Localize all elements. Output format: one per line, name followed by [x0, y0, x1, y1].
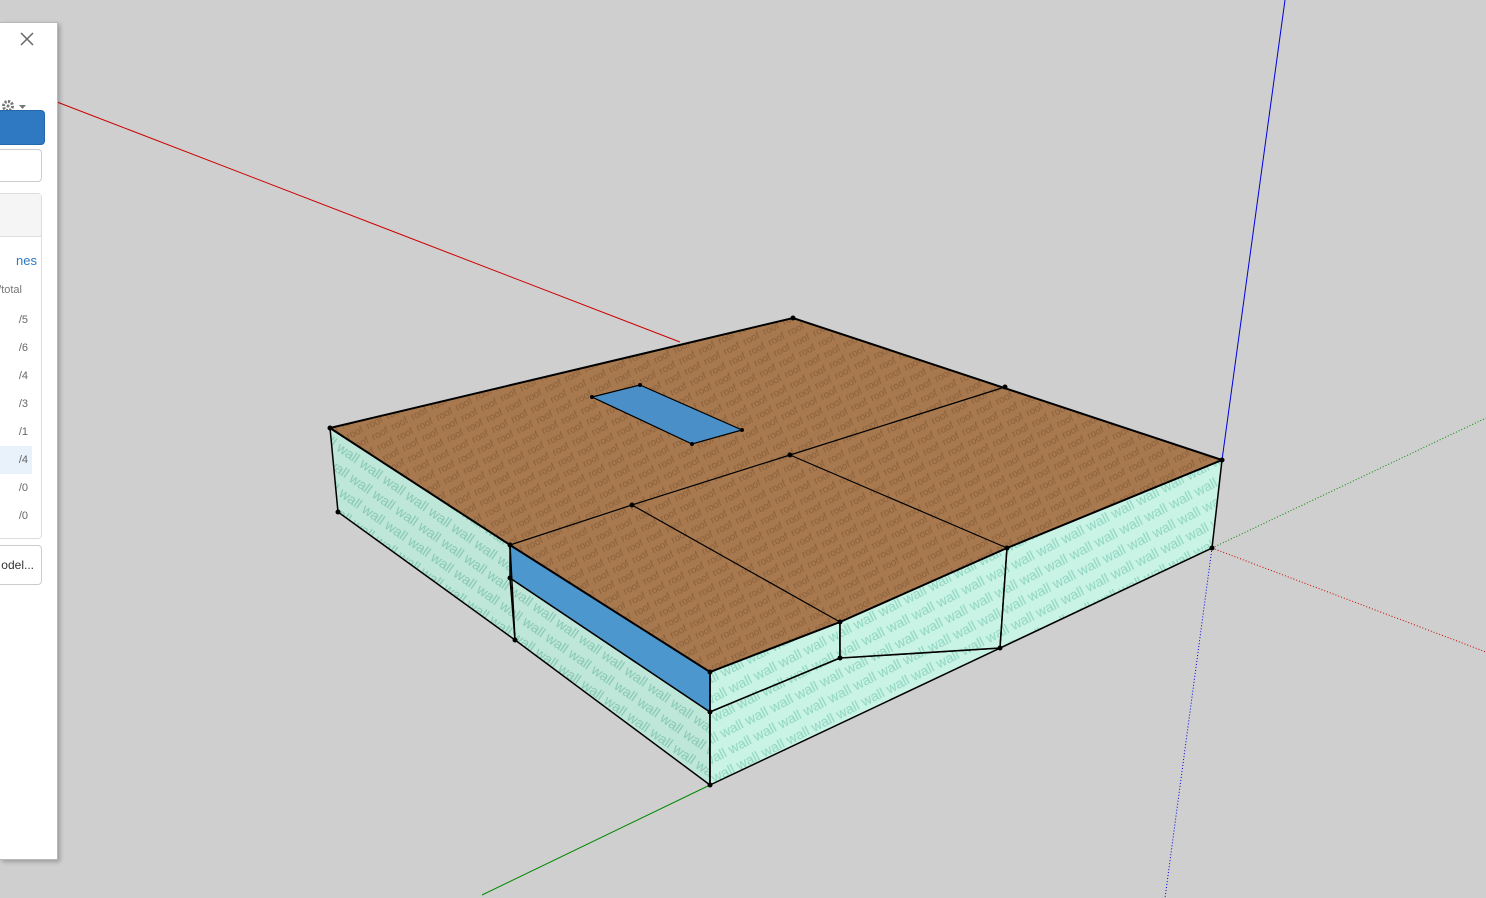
- model-button-label: odel...: [1, 558, 34, 572]
- green-axis-line: [481, 784, 711, 896]
- primary-action-button[interactable]: [0, 110, 45, 145]
- list-row[interactable]: /3: [0, 390, 32, 418]
- column-header-total: /total: [0, 284, 22, 296]
- green-axis-dotted: [1211, 417, 1486, 549]
- row-count: /0: [18, 510, 28, 522]
- row-count: /0: [18, 482, 28, 494]
- row-count: /6: [18, 342, 28, 354]
- model-scene[interactable]: roof wall wall: [0, 0, 1486, 898]
- 3d-viewport[interactable]: roof wall wall: [0, 0, 1486, 898]
- row-count: /4: [18, 454, 28, 466]
- red-axis-line: [56, 101, 681, 343]
- row-count: /5: [18, 314, 28, 326]
- list-card-header: [0, 194, 41, 237]
- caret-down-icon: [19, 105, 26, 109]
- red-axis-dotted: [1211, 547, 1486, 653]
- list-row[interactable]: /0: [0, 502, 32, 530]
- close-icon[interactable]: [18, 30, 36, 48]
- row-count: /1: [18, 426, 28, 438]
- model-button[interactable]: odel...: [0, 545, 42, 585]
- filter-input[interactable]: [0, 149, 42, 182]
- list-row[interactable]: /4: [0, 362, 32, 390]
- list-row-selected[interactable]: /4: [0, 446, 32, 474]
- row-count: /4: [18, 370, 28, 382]
- blue-axis-dotted: [1164, 547, 1213, 898]
- list-row[interactable]: /1: [0, 418, 32, 446]
- list-row[interactable]: /5: [0, 306, 32, 334]
- plugin-dialog-panel: nes /total /5 /6 /4 /3 /1 /4 /0 /0 odel.…: [0, 22, 58, 860]
- blue-axis-line: [1221, 0, 1286, 461]
- zones-link[interactable]: nes: [16, 253, 37, 268]
- row-count: /3: [18, 398, 28, 410]
- list-row[interactable]: /6: [0, 334, 32, 362]
- roof-face[interactable]: [327, 316, 1225, 674]
- list-row[interactable]: /0: [0, 474, 32, 502]
